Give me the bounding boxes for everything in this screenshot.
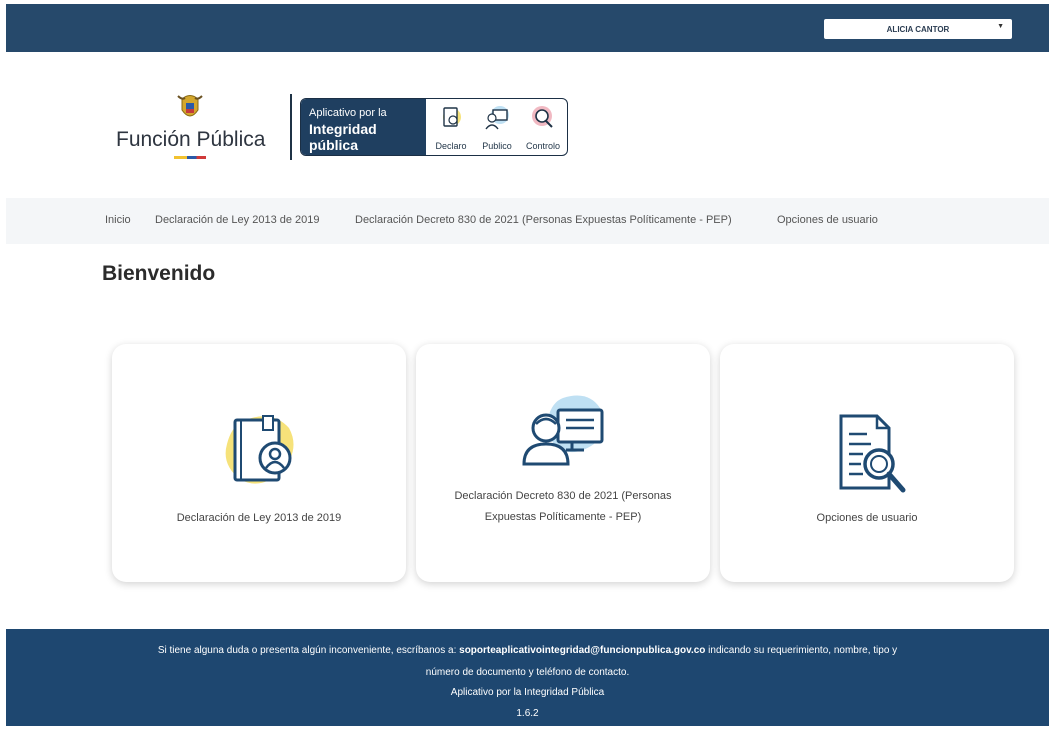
app-badge-line2: Integridad pública [309, 121, 377, 153]
card-ley-2013[interactable]: Declaración de Ley 2013 de 2019 [112, 344, 406, 582]
app-frame: ALICIA CANTOR ▼ Función Pública Aplicati… [6, 4, 1049, 726]
person-monitor-icon [522, 395, 604, 466]
card-icon-wrap [112, 410, 406, 497]
badge-label-controlo: Controlo [525, 141, 561, 151]
footer-text-post: indicando su requerimiento, nombre, tipo… [705, 645, 898, 656]
card-decreto-830[interactable]: Declaración Decreto 830 de 2021 (Persona… [416, 344, 710, 582]
coat-of-arms-icon [177, 95, 203, 117]
controlo-icon [532, 106, 553, 128]
card-icon-wrap [416, 388, 710, 475]
card-label-ley-2013: Declaración de Ley 2013 de 2019 [176, 512, 342, 524]
nav-item-opciones-usuario[interactable]: Opciones de usuario [777, 214, 878, 226]
badge-item-controlo: Controlo [523, 103, 563, 153]
badge-item-publico: Publico [477, 103, 517, 153]
publico-icon [485, 106, 509, 130]
footer-contact-line2: número de documento y teléfono de contac… [425, 667, 630, 678]
footer-version: 1.6.2 [516, 708, 539, 719]
footer-text-pre: Si tiene alguna duda o presenta algún in… [157, 645, 460, 656]
app-integridad-logo[interactable]: Aplicativo por la Integridad pública Dec… [300, 98, 568, 156]
card-icon-wrap [720, 412, 1014, 503]
nav-item-ley-2013[interactable]: Declaración de Ley 2013 de 2019 [155, 214, 320, 226]
card-label-decreto-830: Declaración Decreto 830 de 2021 (Persona… [454, 490, 672, 523]
badge-label-publico: Publico [482, 141, 512, 151]
page-title: Bienvenido [102, 262, 216, 285]
footer: Si tiene alguna duda o presenta algún in… [6, 629, 1049, 726]
user-menu-dropdown[interactable]: ALICIA CANTOR ▼ [824, 19, 1012, 39]
nav-item-inicio[interactable]: Inicio [105, 214, 131, 226]
card-label-opciones-usuario: Opciones de usuario [816, 512, 918, 524]
footer-app-name: Aplicativo por la Integridad Pública [450, 687, 605, 698]
funcion-publica-logo[interactable]: Función Pública [116, 90, 291, 162]
support-email-link[interactable]: soporteaplicativointegridad@funcionpubli… [459, 645, 705, 656]
app-badge-line1: Aplicativo por la [309, 107, 387, 119]
logo-divider [290, 94, 292, 160]
brand-name: Función Pública [116, 128, 266, 151]
document-search-icon [839, 414, 906, 493]
app-badge-title: Aplicativo por la Integridad pública [301, 99, 426, 155]
flag-stripe [174, 156, 206, 159]
declaro-icon [443, 107, 461, 127]
main-nav: Inicio Declaración de Ley 2013 de 2019 D… [6, 198, 1049, 244]
badge-label-declaro: Declaro [435, 141, 467, 151]
caret-down-icon: ▼ [997, 23, 1004, 30]
badge-item-declaro: Declaro [431, 103, 471, 153]
user-name: ALICIA CANTOR [886, 24, 950, 34]
top-bar: ALICIA CANTOR ▼ [6, 4, 1049, 52]
declaration-book-icon [225, 415, 294, 484]
footer-contact-line: Si tiene alguna duda o presenta algún in… [6, 645, 1049, 656]
card-opciones-usuario[interactable]: Opciones de usuario [720, 344, 1014, 582]
nav-item-decreto-830[interactable]: Declaración Decreto 830 de 2021 (Persona… [355, 214, 732, 226]
